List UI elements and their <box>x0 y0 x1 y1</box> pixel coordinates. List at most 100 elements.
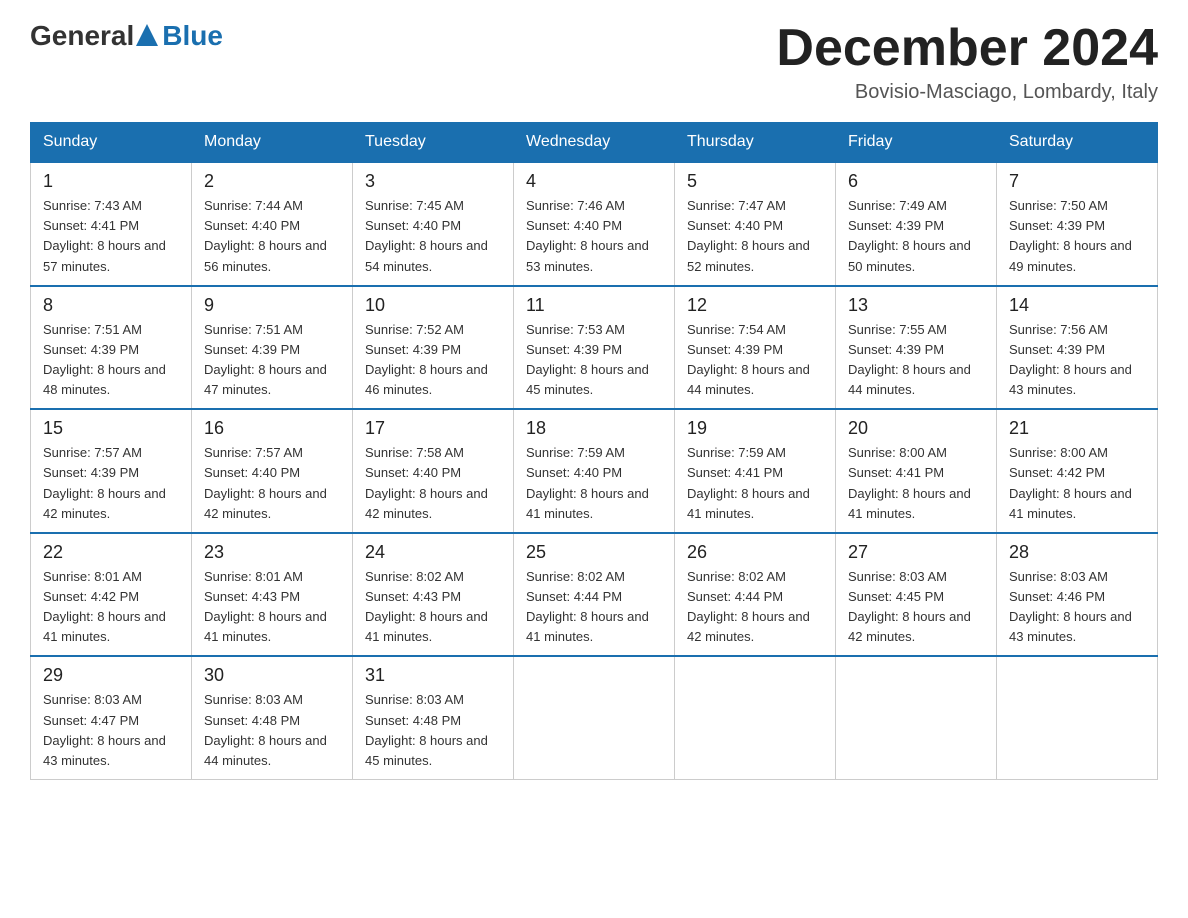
calendar-day-cell <box>997 656 1158 779</box>
calendar-day-cell: 31 Sunrise: 8:03 AMSunset: 4:48 PMDayligh… <box>353 656 514 779</box>
calendar-day-cell: 23 Sunrise: 8:01 AMSunset: 4:43 PMDayligh… <box>192 533 353 657</box>
day-number: 16 <box>204 418 340 439</box>
calendar-week-row: 1 Sunrise: 7:43 AMSunset: 4:41 PMDaylight… <box>31 162 1158 286</box>
calendar-day-cell: 3Sunrise: 7:45 AMSunset: 4:40 PMDaylight… <box>353 162 514 286</box>
page-header: General Blue December 2024 Bovisio-Masci… <box>30 20 1158 104</box>
day-number: 17 <box>365 418 501 439</box>
calendar-day-cell: 21Sunrise: 8:00 AMSunset: 4:42 PMDayligh… <box>997 409 1158 533</box>
calendar-day-cell: 27 Sunrise: 8:03 AMSunset: 4:45 PMDayligh… <box>836 533 997 657</box>
weekday-header-tuesday: Tuesday <box>353 123 514 163</box>
day-number: 22 <box>43 542 179 563</box>
logo-general-text: General <box>30 20 134 52</box>
day-info: Sunrise: 7:57 AMSunset: 4:40 PMDaylight:… <box>204 443 340 524</box>
day-number: 7 <box>1009 171 1145 192</box>
calendar-day-cell <box>514 656 675 779</box>
day-info: Sunrise: 8:03 AMSunset: 4:48 PMDaylight:… <box>204 690 340 771</box>
calendar-week-row: 22Sunrise: 8:01 AMSunset: 4:42 PMDayligh… <box>31 533 1158 657</box>
calendar-day-cell: 18Sunrise: 7:59 AMSunset: 4:40 PMDayligh… <box>514 409 675 533</box>
calendar-day-cell: 4 Sunrise: 7:46 AMSunset: 4:40 PMDaylight… <box>514 162 675 286</box>
day-info: Sunrise: 7:43 AMSunset: 4:41 PMDaylight:… <box>43 196 179 277</box>
weekday-header-row: SundayMondayTuesdayWednesdayThursdayFrid… <box>31 123 1158 163</box>
day-number: 1 <box>43 171 179 192</box>
weekday-header-sunday: Sunday <box>31 123 192 163</box>
day-info: Sunrise: 7:51 AMSunset: 4:39 PMDaylight:… <box>204 320 340 401</box>
day-number: 14 <box>1009 295 1145 316</box>
day-info: Sunrise: 7:59 AMSunset: 4:41 PMDaylight:… <box>687 443 823 524</box>
calendar-day-cell: 9 Sunrise: 7:51 AMSunset: 4:39 PMDaylight… <box>192 286 353 410</box>
calendar-day-cell: 1 Sunrise: 7:43 AMSunset: 4:41 PMDaylight… <box>31 162 192 286</box>
day-info: Sunrise: 7:56 AMSunset: 4:39 PMDaylight:… <box>1009 320 1145 401</box>
day-info: Sunrise: 7:50 AMSunset: 4:39 PMDaylight:… <box>1009 196 1145 277</box>
day-info: Sunrise: 7:54 AMSunset: 4:39 PMDaylight:… <box>687 320 823 401</box>
calendar-day-cell: 28 Sunrise: 8:03 AMSunset: 4:46 PMDayligh… <box>997 533 1158 657</box>
calendar-week-row: 8 Sunrise: 7:51 AMSunset: 4:39 PMDaylight… <box>31 286 1158 410</box>
calendar-day-cell: 24Sunrise: 8:02 AMSunset: 4:43 PMDayligh… <box>353 533 514 657</box>
day-number: 20 <box>848 418 984 439</box>
day-info: Sunrise: 7:49 AMSunset: 4:39 PMDaylight:… <box>848 196 984 277</box>
calendar-day-cell: 15Sunrise: 7:57 AMSunset: 4:39 PMDayligh… <box>31 409 192 533</box>
calendar-day-cell: 7 Sunrise: 7:50 AMSunset: 4:39 PMDaylight… <box>997 162 1158 286</box>
day-number: 8 <box>43 295 179 316</box>
day-number: 19 <box>687 418 823 439</box>
calendar-day-cell: 29 Sunrise: 8:03 AMSunset: 4:47 PMDayligh… <box>31 656 192 779</box>
title-area: December 2024 Bovisio-Masciago, Lombardy… <box>776 20 1158 104</box>
day-number: 29 <box>43 665 179 686</box>
day-info: Sunrise: 8:03 AMSunset: 4:45 PMDaylight:… <box>848 567 984 648</box>
day-number: 5 <box>687 171 823 192</box>
calendar-day-cell: 30 Sunrise: 8:03 AMSunset: 4:48 PMDayligh… <box>192 656 353 779</box>
weekday-header-saturday: Saturday <box>997 123 1158 163</box>
day-number: 10 <box>365 295 501 316</box>
day-number: 4 <box>526 171 662 192</box>
day-info: Sunrise: 7:55 AMSunset: 4:39 PMDaylight:… <box>848 320 984 401</box>
weekday-header-friday: Friday <box>836 123 997 163</box>
calendar-day-cell: 2 Sunrise: 7:44 AMSunset: 4:40 PMDaylight… <box>192 162 353 286</box>
day-info: Sunrise: 7:51 AMSunset: 4:39 PMDaylight:… <box>43 320 179 401</box>
day-info: Sunrise: 8:03 AMSunset: 4:47 PMDaylight:… <box>43 690 179 771</box>
day-number: 11 <box>526 295 662 316</box>
calendar-day-cell: 5 Sunrise: 7:47 AMSunset: 4:40 PMDaylight… <box>675 162 836 286</box>
location-subtitle: Bovisio-Masciago, Lombardy, Italy <box>776 81 1158 104</box>
calendar-day-cell: 13 Sunrise: 7:55 AMSunset: 4:39 PMDayligh… <box>836 286 997 410</box>
day-info: Sunrise: 7:53 AMSunset: 4:39 PMDaylight:… <box>526 320 662 401</box>
day-info: Sunrise: 7:45 AMSunset: 4:40 PMDaylight:… <box>365 196 501 277</box>
day-number: 12 <box>687 295 823 316</box>
day-number: 23 <box>204 542 340 563</box>
calendar-day-cell: 11 Sunrise: 7:53 AMSunset: 4:39 PMDayligh… <box>514 286 675 410</box>
day-info: Sunrise: 8:02 AMSunset: 4:44 PMDaylight:… <box>526 567 662 648</box>
calendar-week-row: 29 Sunrise: 8:03 AMSunset: 4:47 PMDayligh… <box>31 656 1158 779</box>
day-number: 28 <box>1009 542 1145 563</box>
day-number: 26 <box>687 542 823 563</box>
day-info: Sunrise: 7:46 AMSunset: 4:40 PMDaylight:… <box>526 196 662 277</box>
logo: General Blue <box>30 20 223 52</box>
day-info: Sunrise: 7:58 AMSunset: 4:40 PMDaylight:… <box>365 443 501 524</box>
day-info: Sunrise: 7:52 AMSunset: 4:39 PMDaylight:… <box>365 320 501 401</box>
day-info: Sunrise: 8:00 AMSunset: 4:41 PMDaylight:… <box>848 443 984 524</box>
calendar-day-cell: 25Sunrise: 8:02 AMSunset: 4:44 PMDayligh… <box>514 533 675 657</box>
calendar-day-cell: 14 Sunrise: 7:56 AMSunset: 4:39 PMDayligh… <box>997 286 1158 410</box>
logo-blue-text: Blue <box>162 20 223 52</box>
day-number: 27 <box>848 542 984 563</box>
weekday-header-thursday: Thursday <box>675 123 836 163</box>
day-number: 2 <box>204 171 340 192</box>
day-number: 13 <box>848 295 984 316</box>
weekday-header-wednesday: Wednesday <box>514 123 675 163</box>
day-info: Sunrise: 7:57 AMSunset: 4:39 PMDaylight:… <box>43 443 179 524</box>
weekday-header-monday: Monday <box>192 123 353 163</box>
day-info: Sunrise: 8:01 AMSunset: 4:43 PMDaylight:… <box>204 567 340 648</box>
day-info: Sunrise: 8:03 AMSunset: 4:46 PMDaylight:… <box>1009 567 1145 648</box>
day-number: 24 <box>365 542 501 563</box>
day-number: 9 <box>204 295 340 316</box>
calendar-day-cell: 26Sunrise: 8:02 AMSunset: 4:44 PMDayligh… <box>675 533 836 657</box>
day-info: Sunrise: 7:47 AMSunset: 4:40 PMDaylight:… <box>687 196 823 277</box>
calendar-day-cell: 22Sunrise: 8:01 AMSunset: 4:42 PMDayligh… <box>31 533 192 657</box>
day-number: 30 <box>204 665 340 686</box>
day-info: Sunrise: 7:44 AMSunset: 4:40 PMDaylight:… <box>204 196 340 277</box>
calendar-table: SundayMondayTuesdayWednesdayThursdayFrid… <box>30 122 1158 780</box>
day-info: Sunrise: 7:59 AMSunset: 4:40 PMDaylight:… <box>526 443 662 524</box>
day-info: Sunrise: 8:03 AMSunset: 4:48 PMDaylight:… <box>365 690 501 771</box>
calendar-day-cell: 19 Sunrise: 7:59 AMSunset: 4:41 PMDayligh… <box>675 409 836 533</box>
logo-blue-part: Blue <box>134 20 223 52</box>
month-title: December 2024 <box>776 20 1158 77</box>
day-number: 31 <box>365 665 501 686</box>
calendar-week-row: 15Sunrise: 7:57 AMSunset: 4:39 PMDayligh… <box>31 409 1158 533</box>
